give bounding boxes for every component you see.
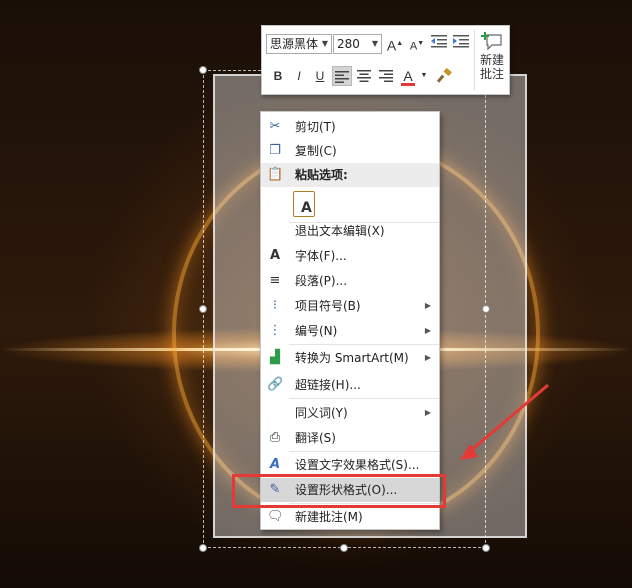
annotation-arrow-icon [460,383,549,460]
